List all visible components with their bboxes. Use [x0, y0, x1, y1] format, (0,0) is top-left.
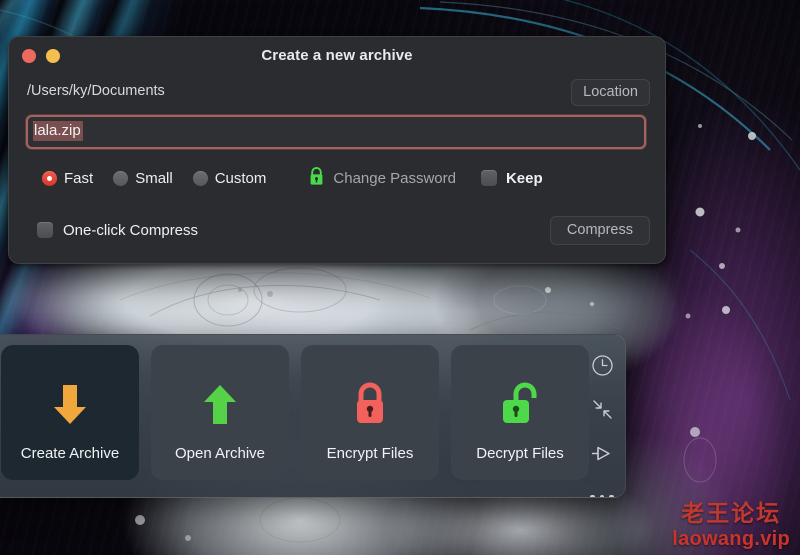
- destination-path: /Users/ky/Documents: [27, 83, 165, 99]
- tile-create-archive-label: Create Archive: [20, 445, 120, 462]
- history-clock-icon[interactable]: [588, 351, 616, 379]
- keep-checkbox[interactable]: [480, 170, 497, 186]
- change-password-control[interactable]: Change Password: [308, 166, 456, 191]
- more-options-icon[interactable]: [588, 483, 616, 497]
- radio-custom[interactable]: Custom: [192, 169, 267, 187]
- keep-checkbox-control[interactable]: Keep: [480, 169, 543, 187]
- lock-closed-icon: [301, 377, 439, 433]
- radio-custom-indicator: [192, 170, 208, 186]
- one-click-compress-control[interactable]: One-click Compress: [37, 222, 198, 239]
- lock-closed-icon: [308, 166, 325, 191]
- one-click-compress-checkbox[interactable]: [37, 222, 53, 238]
- dock-tiles: Create Archive Open Archive Encrypt File…: [1, 345, 589, 480]
- app-action-dock: Create Archive Open Archive Encrypt File…: [0, 334, 626, 498]
- one-click-compress-label: One-click Compress: [63, 221, 199, 239]
- tile-open-archive[interactable]: Open Archive: [151, 345, 289, 480]
- radio-small-indicator: [113, 170, 129, 186]
- more-options-dots: [590, 494, 614, 497]
- tile-create-archive[interactable]: Create Archive: [1, 345, 139, 480]
- radio-fast-label: Fast: [64, 169, 94, 187]
- compress-button[interactable]: Compress: [549, 216, 650, 245]
- change-password-label: Change Password: [333, 169, 456, 187]
- dialog-title: Create a new archive: [261, 47, 413, 64]
- tile-open-archive-label: Open Archive: [174, 445, 266, 462]
- location-button[interactable]: Location: [571, 79, 650, 106]
- pin-flag-icon[interactable]: [588, 439, 616, 467]
- radio-small[interactable]: Small: [113, 170, 173, 187]
- lock-open-icon: [451, 377, 589, 433]
- tile-decrypt-files[interactable]: Decrypt Files: [451, 345, 589, 480]
- archive-name-input[interactable]: lala.zip: [26, 115, 646, 149]
- radio-small-label: Small: [135, 169, 173, 187]
- arrow-down-icon: [1, 377, 139, 433]
- tile-decrypt-files-label: Decrypt Files: [476, 445, 564, 462]
- dock-side-rail: [579, 335, 625, 497]
- create-archive-dialog: Create a new archive /Users/ky/Documents…: [8, 36, 666, 264]
- arrow-up-icon: [151, 377, 289, 433]
- tile-encrypt-files-label: Encrypt Files: [326, 445, 414, 462]
- destination-path-row: /Users/ky/Documents Location: [9, 75, 665, 113]
- keep-label: Keep: [505, 169, 543, 187]
- options-row: Fast Small Custom Change Password Keep: [9, 161, 665, 195]
- compress-arrows-icon[interactable]: [588, 395, 616, 423]
- bottom-action-row: One-click Compress Compress: [9, 213, 665, 247]
- radio-fast[interactable]: Fast: [42, 170, 93, 187]
- tile-encrypt-files[interactable]: Encrypt Files: [301, 345, 439, 480]
- archive-name-value: lala.zip: [33, 121, 83, 141]
- radio-custom-label: Custom: [214, 169, 267, 187]
- compression-mode-group: Fast Small Custom: [9, 170, 286, 187]
- desktop-screen: Create a new archive /Users/ky/Documents…: [0, 0, 800, 555]
- radio-fast-indicator: [42, 170, 57, 186]
- dialog-titlebar: Create a new archive: [9, 37, 665, 75]
